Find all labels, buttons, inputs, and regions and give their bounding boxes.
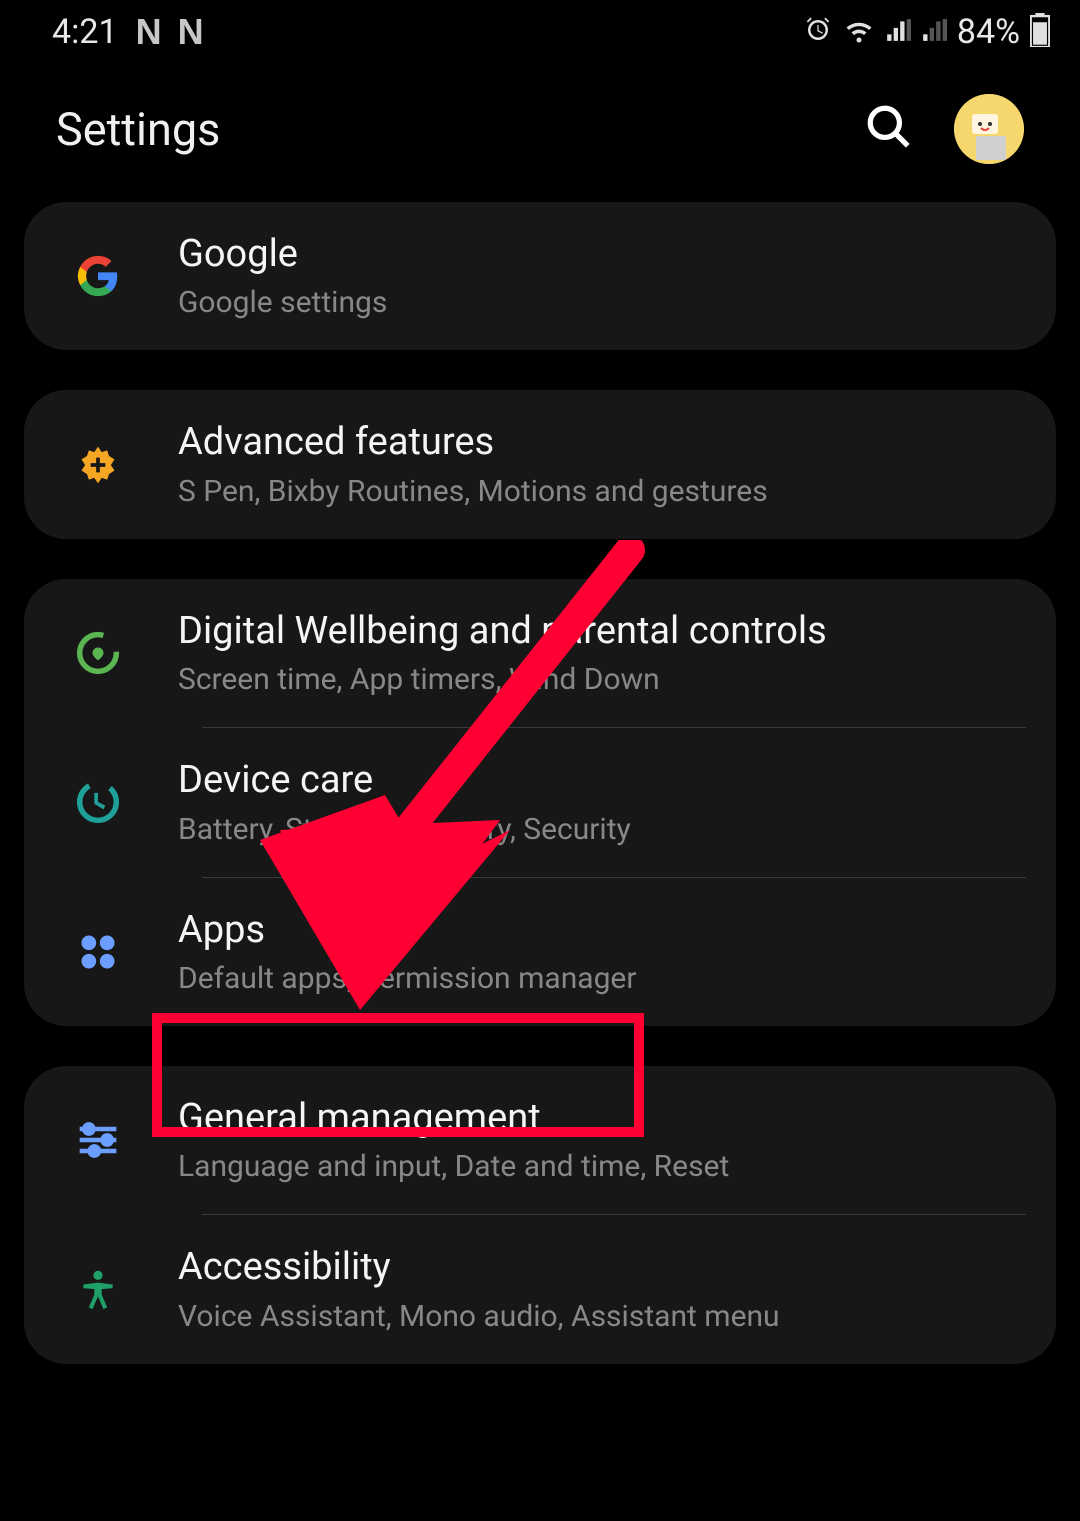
search-icon[interactable] <box>864 102 914 156</box>
item-text: Accessibility Voice Assistant, Mono audi… <box>178 1243 1036 1335</box>
item-title: Advanced features <box>178 418 1036 467</box>
item-title: Device care <box>178 756 1036 805</box>
item-text: Advanced features S Pen, Bixby Routines,… <box>178 418 1036 510</box>
item-subtitle: Voice Assistant, Mono audio, Assistant m… <box>178 1297 1036 1336</box>
settings-list: Google Google settings Advanced features… <box>0 202 1080 1364</box>
settings-item-general[interactable]: General management Language and input, D… <box>24 1066 1056 1214</box>
notification-icon-n2: N <box>178 11 202 53</box>
item-text: Google Google settings <box>178 230 1036 322</box>
item-text: General management Language and input, D… <box>178 1094 1036 1186</box>
page-header: Settings <box>0 62 1080 202</box>
status-bar: 4:21 N N 84% <box>0 0 1080 62</box>
avatar[interactable] <box>954 94 1024 164</box>
wifi-icon <box>843 15 875 49</box>
signal-icon-1 <box>885 17 911 47</box>
header-actions <box>864 94 1024 164</box>
item-subtitle: Screen time, App timers, Wind Down <box>178 660 1036 699</box>
item-title: General management <box>178 1094 1036 1143</box>
notification-icon-n1: N <box>136 11 160 53</box>
alarm-icon <box>803 15 833 49</box>
status-right: 84% <box>803 12 1050 52</box>
settings-group: Google Google settings <box>24 202 1056 350</box>
wellbeing-icon <box>74 629 122 677</box>
status-time: 4:21 <box>52 12 118 52</box>
item-subtitle: Google settings <box>178 283 1036 322</box>
settings-item-apps[interactable]: Apps Default apps, Permission manager <box>24 878 1056 1026</box>
sliders-icon <box>74 1116 122 1164</box>
item-text: Apps Default apps, Permission manager <box>178 906 1036 998</box>
settings-group: Digital Wellbeing and parental controls … <box>24 579 1056 1026</box>
settings-item-devicecare[interactable]: Device care Battery, Storage, Memory, Se… <box>24 728 1056 876</box>
settings-item-accessibility[interactable]: Accessibility Voice Assistant, Mono audi… <box>24 1215 1056 1363</box>
settings-item-google[interactable]: Google Google settings <box>24 202 1056 350</box>
accessibility-icon <box>74 1266 122 1314</box>
battery-percent: 84% <box>957 12 1020 52</box>
apps-icon <box>74 928 122 976</box>
item-text: Digital Wellbeing and parental controls … <box>178 607 1036 699</box>
signal-icon-2 <box>921 17 947 47</box>
item-title: Google <box>178 230 1036 279</box>
battery-icon <box>1030 13 1050 51</box>
settings-group: Advanced features S Pen, Bixby Routines,… <box>24 390 1056 538</box>
google-icon <box>74 252 122 300</box>
device-care-icon <box>74 778 122 826</box>
status-left: 4:21 N N <box>52 11 202 53</box>
item-subtitle: Battery, Storage, Memory, Security <box>178 810 1036 849</box>
item-text: Device care Battery, Storage, Memory, Se… <box>178 756 1036 848</box>
item-subtitle: Language and input, Date and time, Reset <box>178 1147 1036 1186</box>
item-title: Apps <box>178 906 1036 955</box>
item-title: Digital Wellbeing and parental controls <box>178 607 1036 656</box>
settings-item-wellbeing[interactable]: Digital Wellbeing and parental controls … <box>24 579 1056 727</box>
settings-item-advanced[interactable]: Advanced features S Pen, Bixby Routines,… <box>24 390 1056 538</box>
gear-plus-icon <box>74 441 122 489</box>
settings-group: General management Language and input, D… <box>24 1066 1056 1364</box>
page-title: Settings <box>56 103 220 156</box>
item-title: Accessibility <box>178 1243 1036 1292</box>
item-subtitle: S Pen, Bixby Routines, Motions and gestu… <box>178 472 1036 511</box>
item-subtitle: Default apps, Permission manager <box>178 959 1036 998</box>
